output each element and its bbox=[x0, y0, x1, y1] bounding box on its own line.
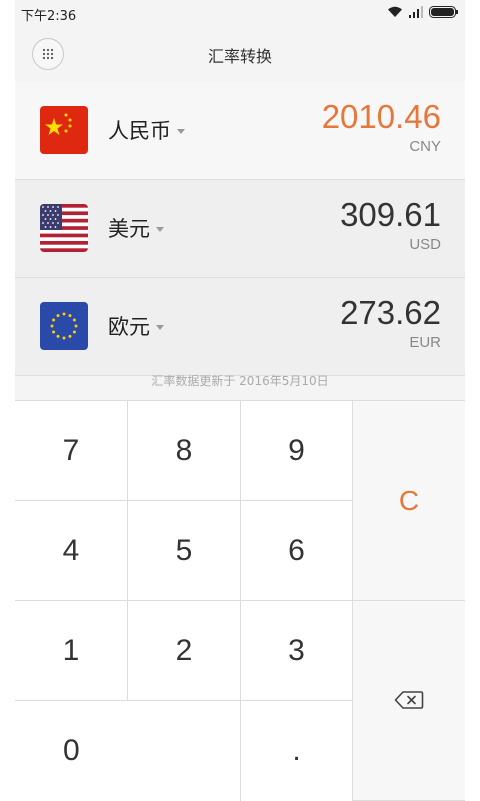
currency-list: 人民币 2010.46 CNY 美元 309.61 USD 欧元 273.62 … bbox=[15, 82, 465, 376]
wifi-icon bbox=[387, 6, 403, 18]
key-5[interactable]: 5 bbox=[128, 501, 241, 601]
currency-name: 美元 bbox=[108, 217, 150, 241]
eu-flag-icon bbox=[40, 302, 88, 350]
key-9[interactable]: 9 bbox=[241, 401, 353, 501]
status-bar: 下午2:36 bbox=[15, 0, 465, 26]
backspace-icon bbox=[394, 684, 424, 718]
status-icons bbox=[387, 6, 459, 18]
key-6[interactable]: 6 bbox=[241, 501, 353, 601]
currency-amount: 2010.46 bbox=[321, 98, 441, 135]
china-flag-icon bbox=[40, 106, 88, 154]
usa-flag-icon bbox=[40, 204, 88, 252]
currency-selector[interactable]: 人民币 bbox=[108, 115, 185, 145]
key-0[interactable]: 0 bbox=[15, 701, 241, 801]
currency-amount: 273.62 bbox=[340, 294, 441, 331]
currency-amount: 309.61 bbox=[340, 196, 441, 233]
page-title: 汇率转换 bbox=[207, 47, 272, 66]
signal-icon bbox=[409, 6, 423, 18]
key-3[interactable]: 3 bbox=[241, 601, 353, 701]
currency-converter-app: 下午2:36 汇率转换 人民币 2010.46 CNY 美元 309.61 US… bbox=[15, 0, 465, 801]
key-dot[interactable]: . bbox=[241, 701, 353, 801]
currency-selector[interactable]: 欧元 bbox=[108, 311, 164, 341]
key-8[interactable]: 8 bbox=[128, 401, 241, 501]
currency-row-eur[interactable]: 欧元 273.62 EUR bbox=[15, 278, 465, 376]
key-1[interactable]: 1 bbox=[15, 601, 128, 701]
currency-code: CNY bbox=[409, 138, 441, 155]
key-2[interactable]: 2 bbox=[128, 601, 241, 701]
battery-icon bbox=[429, 6, 459, 18]
caret-down-icon bbox=[156, 324, 164, 330]
keypad: 7 8 9 C 4 5 6 1 2 3 0 . bbox=[15, 400, 465, 801]
currency-row-usd[interactable]: 美元 309.61 USD bbox=[15, 180, 465, 278]
currency-code: USD bbox=[409, 236, 441, 253]
currency-selector[interactable]: 美元 bbox=[108, 213, 164, 243]
backspace-button[interactable] bbox=[353, 601, 465, 801]
caret-down-icon bbox=[177, 128, 185, 134]
key-4[interactable]: 4 bbox=[15, 501, 128, 601]
currency-row-cny[interactable]: 人民币 2010.46 CNY bbox=[15, 82, 465, 180]
currency-name: 人民币 bbox=[108, 119, 171, 143]
caret-down-icon bbox=[156, 226, 164, 232]
title-bar: 汇率转换 bbox=[15, 26, 465, 82]
status-time: 下午2:36 bbox=[21, 9, 77, 24]
update-note: 汇率数据更新于 2016年5月10日 bbox=[151, 374, 329, 388]
currency-code: EUR bbox=[409, 334, 441, 351]
clear-button[interactable]: C bbox=[353, 401, 465, 601]
key-7[interactable]: 7 bbox=[15, 401, 128, 501]
currency-name: 欧元 bbox=[108, 315, 150, 339]
